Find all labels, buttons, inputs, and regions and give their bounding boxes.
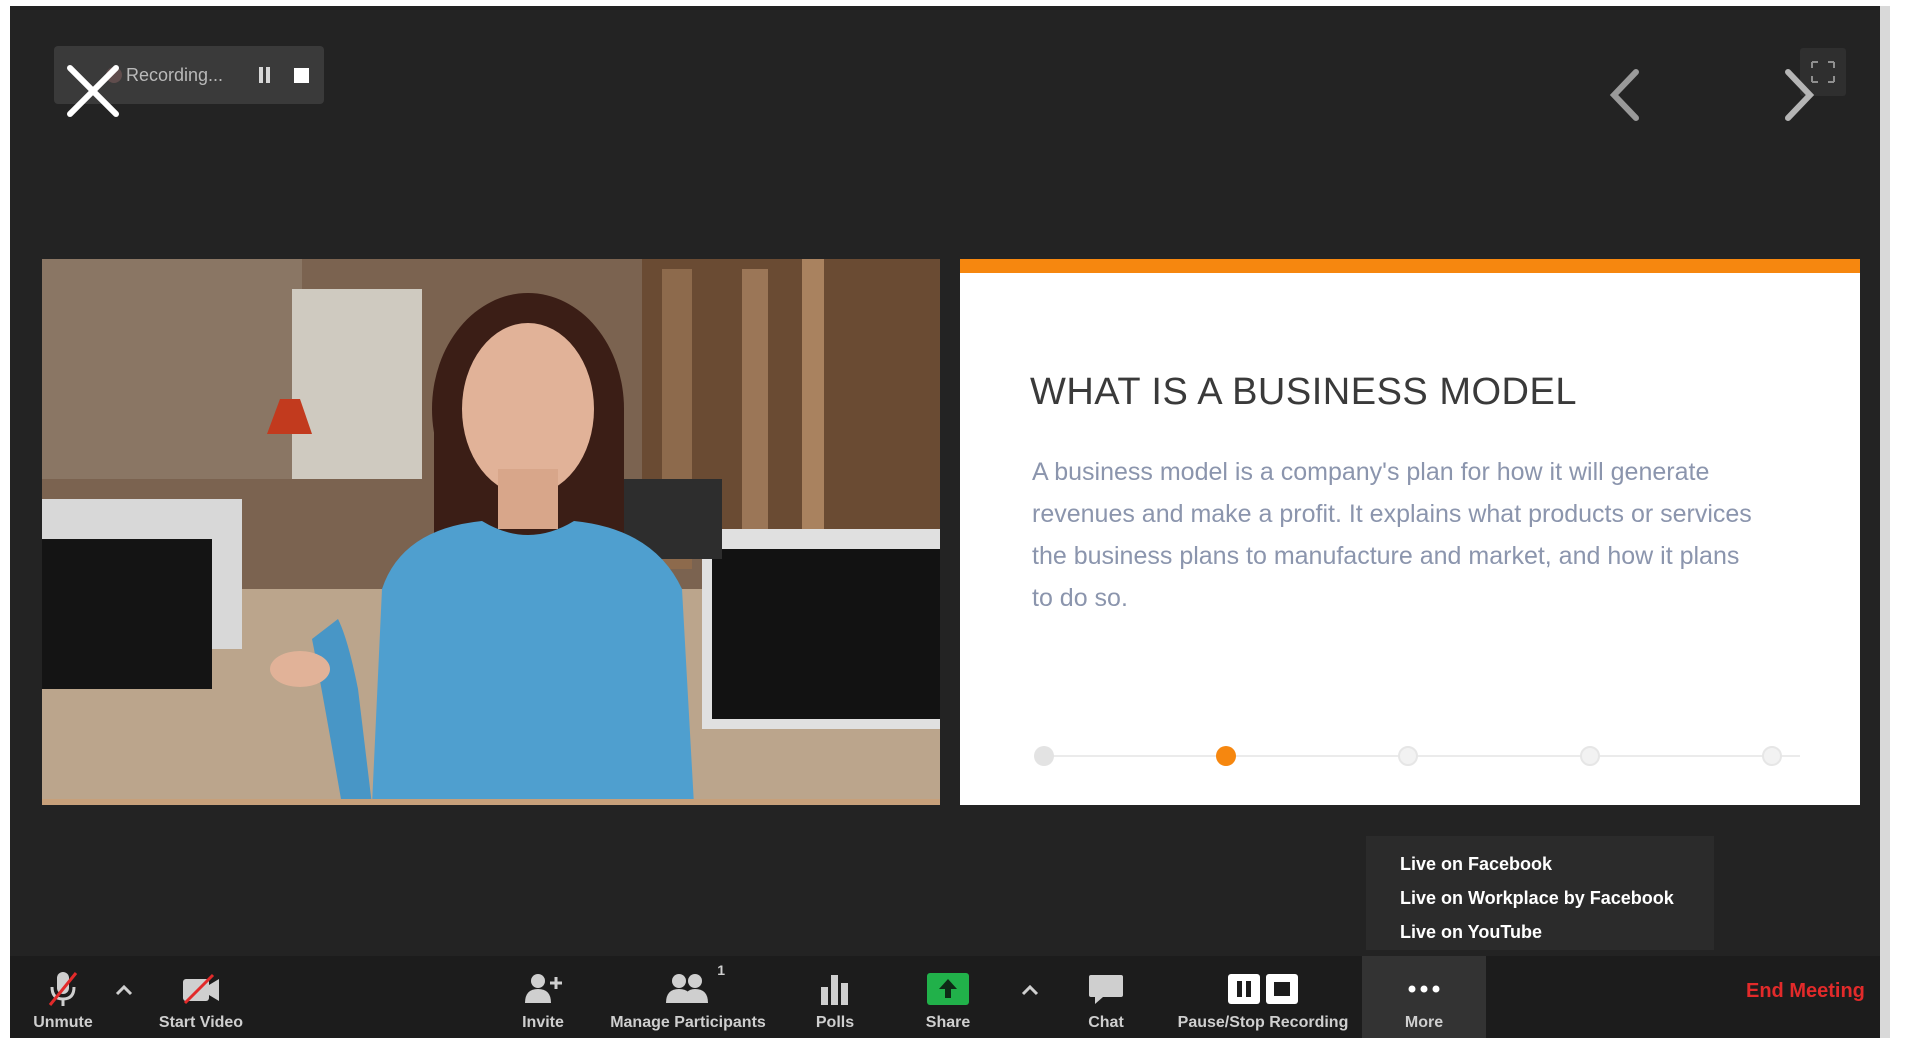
chevron-right-icon[interactable]	[1778, 68, 1818, 122]
window-edge	[1880, 0, 1921, 1050]
slide-body: A business model is a company's plan for…	[1032, 458, 1752, 612]
polls-label: Polls	[815, 1014, 855, 1031]
close-icon[interactable]	[64, 62, 122, 120]
video-off-icon	[179, 968, 223, 1010]
slide-progress-track	[1044, 755, 1800, 757]
manage-participants-button[interactable]: 1 Manage Participants	[602, 956, 774, 1038]
recording-status-text: Recording...	[126, 64, 224, 85]
pause-stop-recording-label: Pause/Stop Recording	[1177, 1014, 1349, 1031]
share-button[interactable]: Share	[910, 956, 986, 1038]
chevron-left-icon[interactable]	[1606, 68, 1646, 122]
pause-recording-icon[interactable]	[258, 67, 272, 83]
stop-recording-icon[interactable]	[294, 67, 309, 83]
pause-stop-recording-button[interactable]: Pause/Stop Recording	[1168, 956, 1358, 1038]
share-screen-icon	[927, 968, 969, 1010]
slide-progress-dot-active[interactable]	[1216, 746, 1236, 766]
meeting-window: Recording... WHAT IS A BUSINESS MODEL A …	[10, 6, 1880, 1038]
presenter-video	[42, 259, 940, 805]
more-label: More	[1404, 1014, 1444, 1031]
muted-mic-icon	[46, 968, 80, 1010]
slide-title: WHAT IS A BUSINESS MODEL	[1030, 371, 1577, 413]
end-meeting-button[interactable]: End Meeting	[1746, 980, 1865, 1003]
slide-progress-dot[interactable]	[1034, 746, 1054, 766]
invite-label: Invite	[522, 1014, 564, 1031]
unmute-label: Unmute	[33, 1014, 93, 1031]
start-video-button[interactable]: Start Video	[146, 956, 256, 1038]
live-stream-menu: Live on Facebook Live on Workplace by Fa…	[1366, 836, 1714, 950]
polls-icon	[817, 968, 853, 1010]
slide-progress-dot[interactable]	[1762, 746, 1782, 766]
caret-up-icon[interactable]	[1018, 978, 1042, 1002]
start-video-label: Start Video	[158, 1014, 244, 1031]
manage-participants-label: Manage Participants	[610, 1014, 766, 1031]
caret-up-icon[interactable]	[112, 978, 136, 1002]
pause-stop-recording-icon	[1226, 968, 1300, 1010]
share-label: Share	[925, 1014, 971, 1031]
more-button[interactable]: More	[1362, 956, 1486, 1038]
slide-progress-dot[interactable]	[1580, 746, 1600, 766]
shared-slide: WHAT IS A BUSINESS MODEL A business mode…	[960, 259, 1860, 805]
menu-item-live-youtube[interactable]: Live on YouTube	[1400, 922, 1714, 956]
menu-item-live-facebook[interactable]: Live on Facebook	[1400, 854, 1714, 888]
menu-item-live-workplace[interactable]: Live on Workplace by Facebook	[1400, 888, 1714, 922]
more-dots-icon	[1406, 968, 1442, 1010]
invite-button[interactable]: Invite	[508, 956, 578, 1038]
participants-icon: 1	[665, 962, 725, 1010]
slide-progress-dot[interactable]	[1398, 746, 1418, 766]
meeting-toolbar: Unmute Start Video Invite 1 Manage Parti…	[10, 956, 1880, 1038]
polls-button[interactable]: Polls	[800, 956, 870, 1038]
chat-icon	[1087, 968, 1125, 1010]
participant-count-badge: 1	[717, 962, 725, 978]
add-user-icon	[522, 968, 564, 1010]
chat-button[interactable]: Chat	[1070, 956, 1142, 1038]
unmute-button[interactable]: Unmute	[18, 956, 108, 1038]
chat-label: Chat	[1088, 1014, 1124, 1031]
